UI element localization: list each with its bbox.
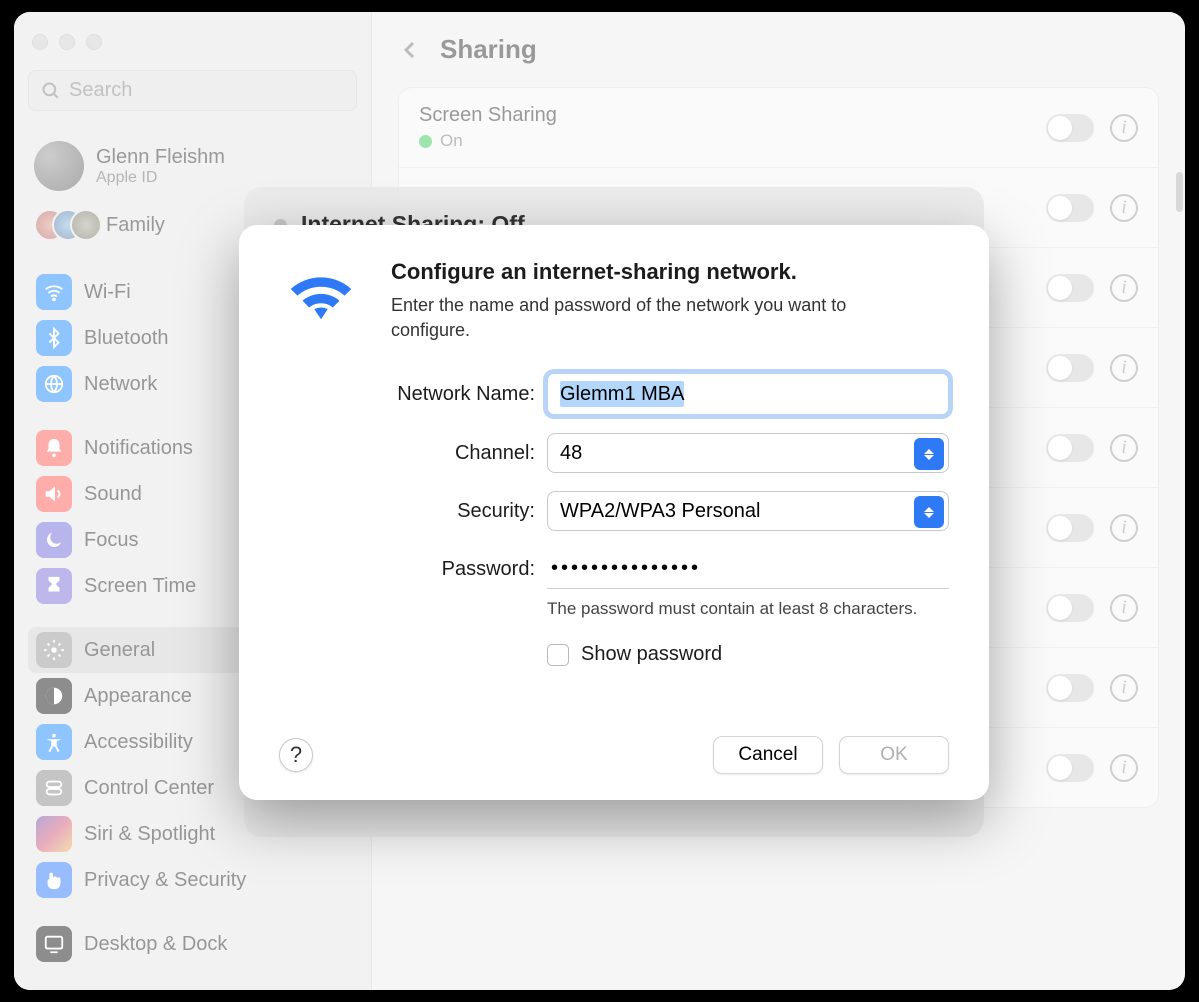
system-settings-window: Search Glenn Fleishm Apple ID Family Wi-… (14, 12, 1185, 990)
show-password-checkbox[interactable] (547, 644, 569, 666)
help-label: ? (290, 742, 302, 768)
password-input[interactable]: ••••••••••••••• (547, 549, 949, 589)
password-hint: The password must contain at least 8 cha… (547, 599, 949, 619)
help-button[interactable]: ? (279, 738, 313, 772)
password-value: ••••••••••••••• (551, 557, 701, 580)
dialog-subtitle: Enter the name and password of the netwo… (391, 293, 871, 343)
select-stepper-icon (914, 496, 944, 528)
select-stepper-icon (914, 438, 944, 470)
channel-select[interactable]: 48 (547, 433, 949, 473)
channel-value: 48 (560, 442, 582, 465)
network-name-input[interactable]: Glemm1 MBA (547, 373, 949, 415)
ok-button[interactable]: OK (839, 736, 949, 774)
ok-label: OK (880, 744, 907, 766)
password-label: Password: (359, 558, 547, 581)
security-label: Security: (359, 500, 547, 523)
show-password-label: Show password (581, 643, 722, 666)
wifi-large-icon (279, 259, 363, 329)
security-select[interactable]: WPA2/WPA3 Personal (547, 491, 949, 531)
network-name-label: Network Name: (359, 383, 547, 406)
cancel-button[interactable]: Cancel (713, 736, 823, 774)
cancel-label: Cancel (738, 744, 797, 766)
security-value: WPA2/WPA3 Personal (560, 500, 760, 523)
configure-network-dialog: Configure an internet-sharing network. E… (239, 225, 989, 800)
network-name-value: Glemm1 MBA (560, 381, 684, 407)
channel-label: Channel: (359, 442, 547, 465)
dialog-form: Network Name: Glemm1 MBA Channel: 48 Se (279, 373, 949, 666)
dialog-title: Configure an internet-sharing network. (391, 259, 871, 285)
